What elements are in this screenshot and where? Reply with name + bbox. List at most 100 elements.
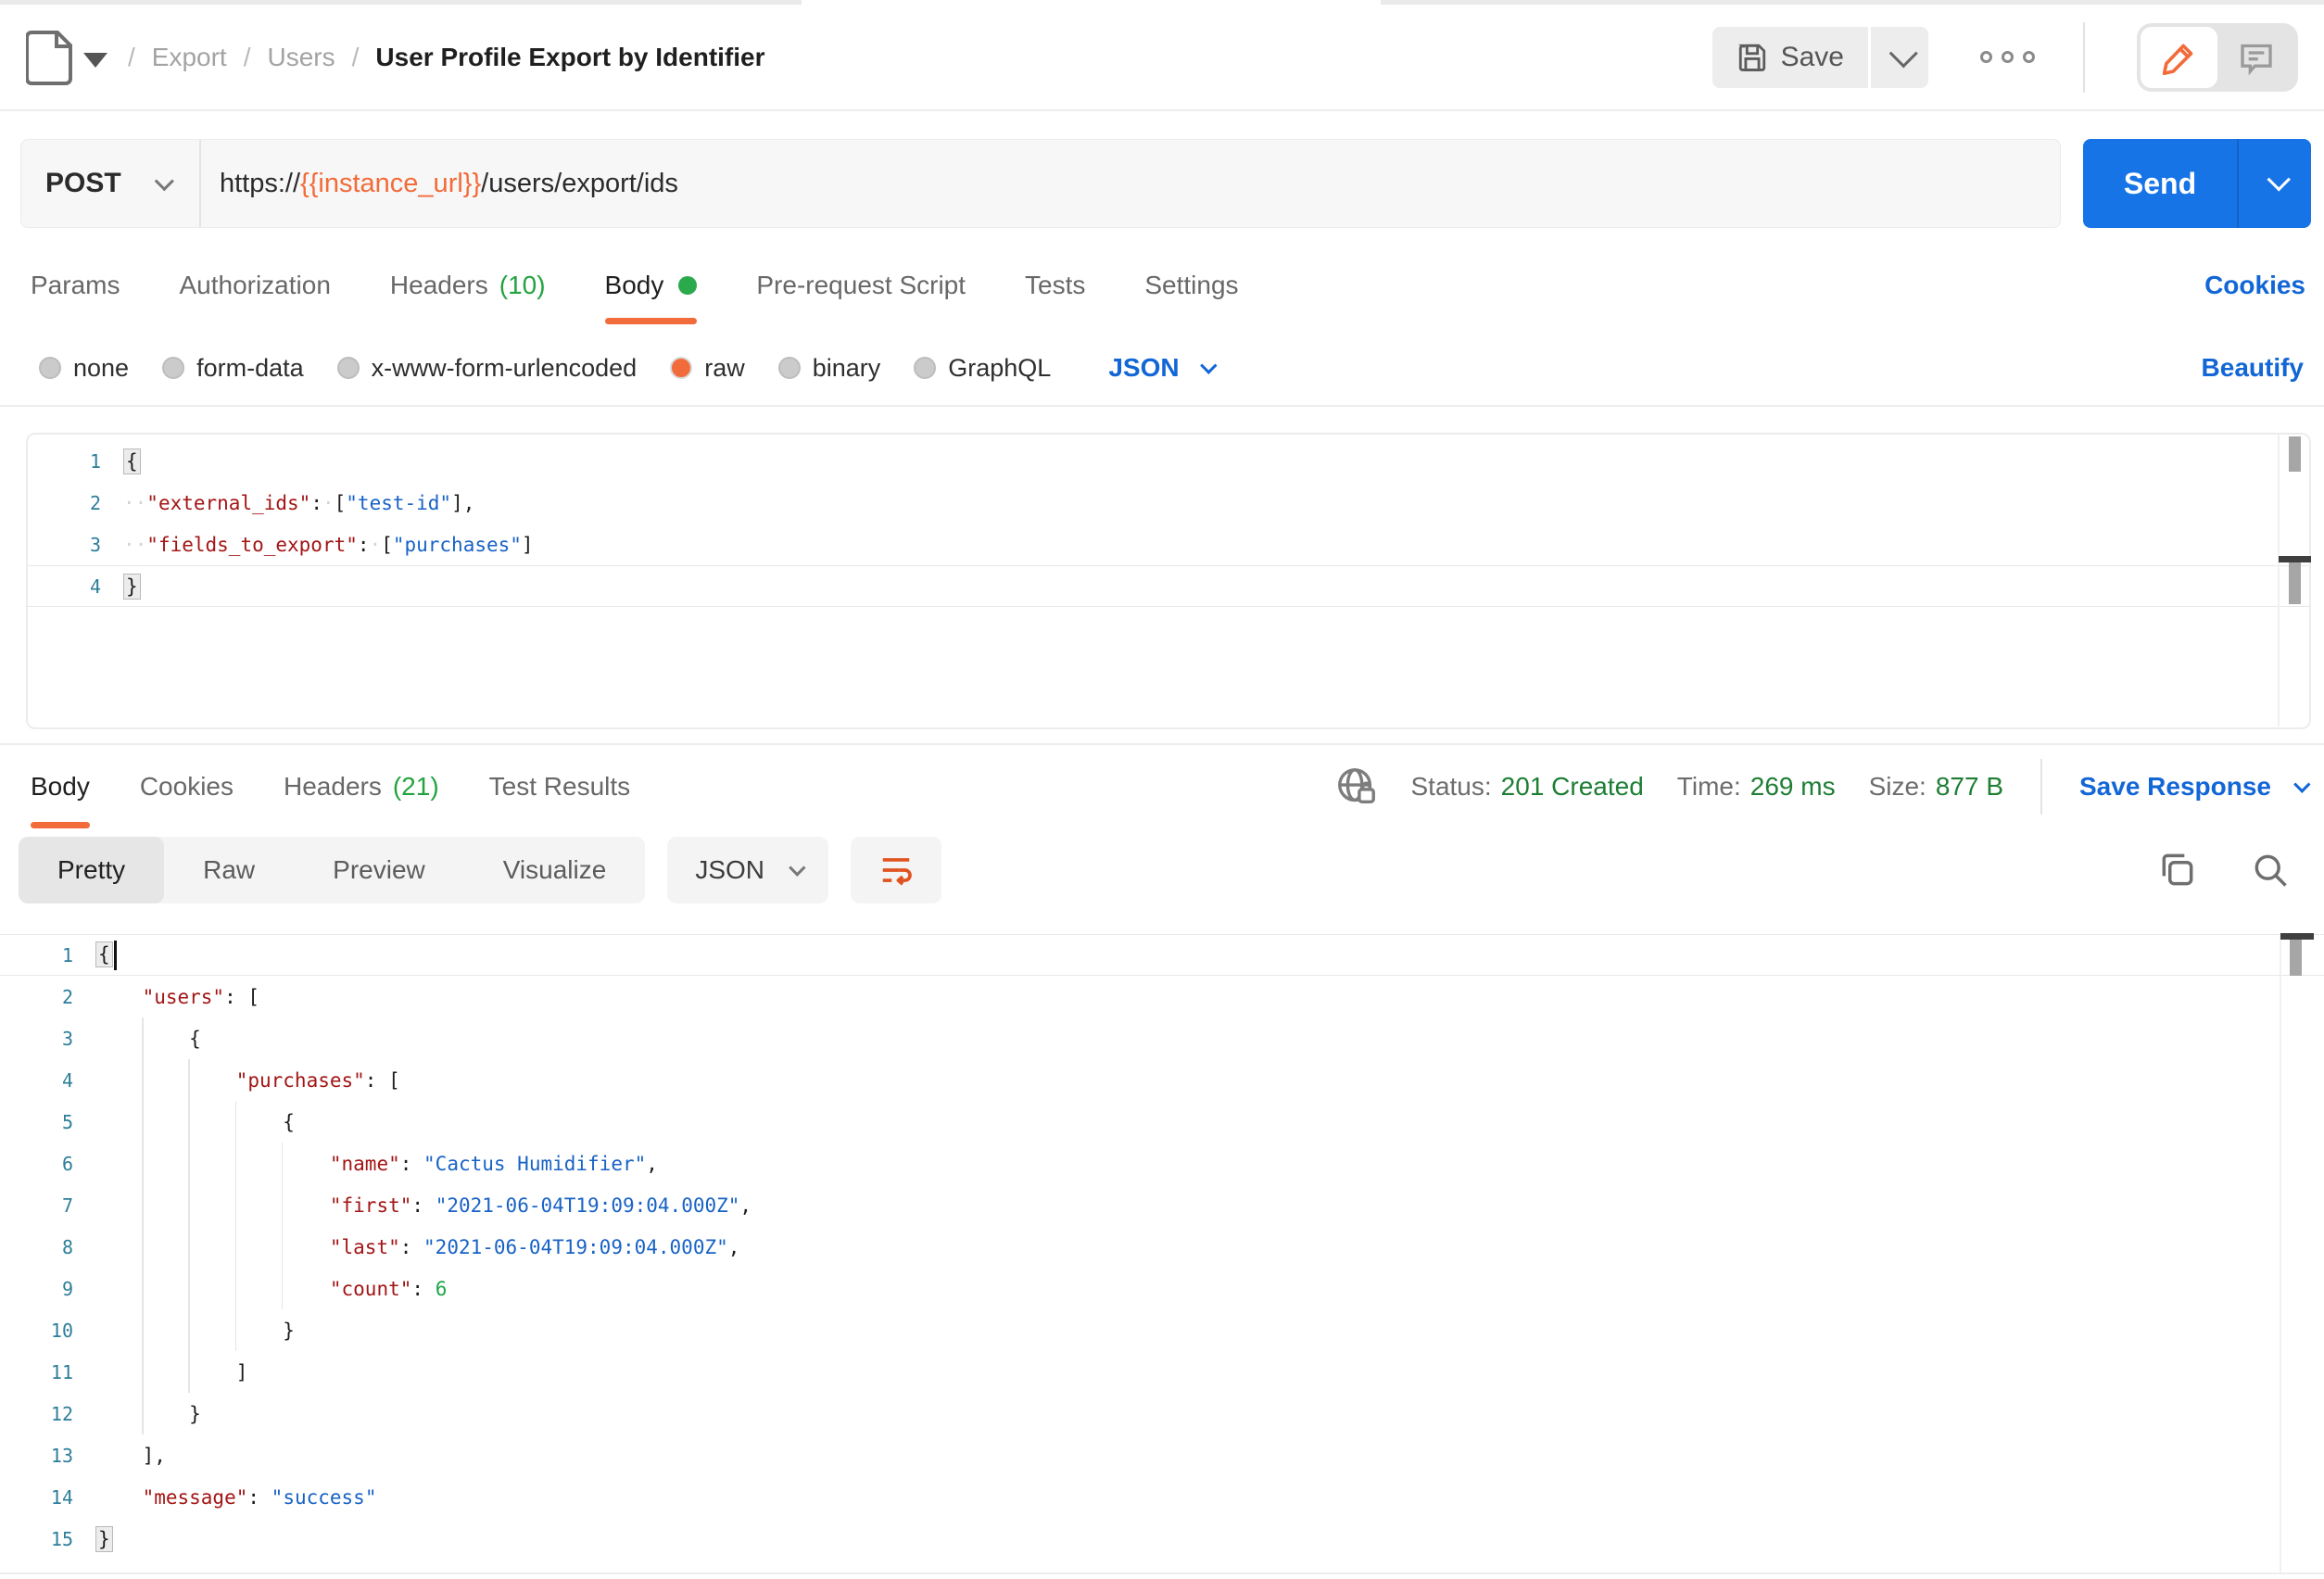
code-line[interactable]: 1{ [0, 934, 2324, 976]
send-button[interactable]: Send [2083, 139, 2237, 228]
response-tab-label: Cookies [140, 772, 234, 802]
search-response-icon[interactable] [2250, 850, 2291, 891]
body-type-none[interactable]: none [39, 354, 129, 383]
chevron-down-icon [154, 171, 173, 191]
code-text: ··"fields_to_export":·["purchases"] [101, 534, 534, 556]
code-line[interactable]: 2 "users": [ [0, 976, 2324, 1017]
url-input[interactable]: https://{{instance_url}}/users/export/id… [201, 169, 678, 199]
comments-button[interactable] [2217, 27, 2294, 88]
code-line[interactable]: 8 "last": "2021-06-04T19:09:04.000Z", [0, 1226, 2324, 1268]
code-token: } [189, 1403, 201, 1425]
body-type-row: none form-data x-www-form-urlencoded raw bin… [0, 332, 2324, 404]
save-button[interactable]: Save [1712, 27, 1868, 88]
code-line[interactable]: 10 } [0, 1309, 2324, 1351]
breadcrumb-item-export[interactable]: Export [152, 43, 227, 72]
code-token: "test-id" [346, 492, 451, 514]
document-caret-icon[interactable] [83, 53, 107, 68]
save-options-button[interactable] [1871, 27, 1928, 88]
chevron-down-icon [789, 859, 805, 876]
body-type-graphql[interactable]: GraphQL [914, 354, 1051, 383]
line-number: 13 [0, 1445, 73, 1467]
response-tab-headers[interactable]: Headers(21) [284, 745, 439, 828]
document-icon[interactable] [26, 30, 74, 85]
code-line[interactable]: 7 "first": "2021-06-04T19:09:04.000Z", [0, 1184, 2324, 1226]
request-tab-tests[interactable]: Tests [1025, 246, 1085, 324]
body-type-raw[interactable]: raw [670, 354, 745, 383]
more-options-button[interactable] [1980, 51, 2035, 63]
code-line[interactable]: 15} [0, 1518, 2324, 1560]
view-preview[interactable]: Preview [294, 837, 464, 903]
code-line[interactable]: 4 "purchases": [ [0, 1059, 2324, 1101]
indent-guide [282, 1184, 284, 1226]
view-pretty[interactable]: Pretty [19, 837, 164, 903]
code-line[interactable]: 3 { [0, 1017, 2324, 1059]
code-token: [ [381, 534, 393, 556]
save-response-button[interactable]: Save Response [2079, 772, 2305, 802]
edit-mode-button[interactable] [2141, 27, 2217, 88]
request-tab-body[interactable]: Body [605, 246, 698, 324]
beautify-link[interactable]: Beautify [2202, 353, 2304, 383]
indent-guide [188, 1059, 190, 1101]
response-body-editor[interactable]: 1{2 "users": [3 {4 "purchases": [5 {6 "n… [0, 934, 2324, 1560]
code-line[interactable]: 2··"external_ids":·["test-id"], [28, 482, 2309, 524]
code-line[interactable]: 14 "message": "success" [0, 1476, 2324, 1518]
body-language-select[interactable]: JSON [1108, 353, 1211, 383]
request-body-editor[interactable]: 1{2··"external_ids":·["test-id"],3··"fie… [26, 433, 2311, 729]
body-type-label: binary [813, 354, 881, 383]
time-value[interactable]: 269 ms [1750, 772, 1836, 802]
request-tab-settings[interactable]: Settings [1144, 246, 1238, 324]
body-type-form-data[interactable]: form-data [162, 354, 304, 383]
code-token [95, 1194, 330, 1217]
line-number: 14 [0, 1486, 73, 1509]
response-tab-label: Body [31, 772, 90, 802]
code-token: "purchases" [236, 1069, 365, 1092]
response-tab-label: Test Results [489, 772, 631, 802]
response-tab-test-results[interactable]: Test Results [489, 745, 631, 828]
code-line[interactable]: 6 "name": "Cactus Humidifier", [0, 1143, 2324, 1184]
response-editor-scroll-thumb[interactable] [2290, 940, 2302, 976]
view-visualize[interactable]: Visualize [464, 837, 646, 903]
code-line[interactable]: 13 ], [0, 1434, 2324, 1476]
response-tab-body[interactable]: Body [31, 745, 90, 828]
response-language-select[interactable]: JSON [667, 837, 828, 903]
request-tab-pre-request-script[interactable]: Pre-request Script [756, 246, 966, 324]
breadcrumb-item-users[interactable]: Users [268, 43, 335, 72]
code-line[interactable]: 4} [28, 565, 2309, 607]
code-token [95, 1153, 330, 1175]
text-cursor [114, 941, 117, 970]
view-raw[interactable]: Raw [164, 837, 294, 903]
code-line[interactable]: 11 ] [0, 1351, 2324, 1393]
indent-guide [188, 1101, 190, 1143]
save-icon [1737, 42, 1768, 73]
request-tab-params[interactable]: Params [31, 246, 120, 324]
request-header: / Export / Users / User Profile Export b… [0, 5, 2324, 109]
response-tab-cookies[interactable]: Cookies [140, 745, 234, 828]
code-token: "count" [330, 1278, 412, 1300]
status-value[interactable]: 201 Created [1501, 772, 1644, 802]
code-line[interactable]: 3··"fields_to_export":·["purchases"] [28, 524, 2309, 565]
request-tab-authorization[interactable]: Authorization [179, 246, 330, 324]
indent-guide [188, 1268, 190, 1309]
code-token [95, 1278, 330, 1300]
send-options-button[interactable] [2237, 139, 2311, 228]
indent-guide [142, 1226, 144, 1268]
cookies-link[interactable]: Cookies [2204, 271, 2305, 300]
indent-guide [142, 1393, 144, 1434]
copy-response-icon[interactable] [2157, 850, 2198, 891]
body-type-x-www-form-urlencoded[interactable]: x-www-form-urlencoded [337, 354, 638, 383]
code-line[interactable]: 9 "count": 6 [0, 1268, 2324, 1309]
indent-guide [235, 1143, 237, 1184]
code-line[interactable]: 5 { [0, 1101, 2324, 1143]
code-line[interactable]: 1{ [28, 440, 2309, 482]
code-token: ], [143, 1445, 166, 1467]
request-editor-scroll-thumb[interactable] [2289, 436, 2301, 472]
network-icon[interactable] [1335, 765, 1378, 808]
body-type-binary[interactable]: binary [778, 354, 881, 383]
matched-bracket: } [123, 574, 141, 600]
code-token: , [728, 1236, 740, 1258]
request-tab-headers[interactable]: Headers(10) [390, 246, 546, 324]
wrap-lines-button[interactable] [851, 837, 941, 903]
code-line[interactable]: 12 } [0, 1393, 2324, 1434]
method-select[interactable]: POST [21, 168, 179, 199]
size-value[interactable]: 877 B [1936, 772, 2003, 802]
